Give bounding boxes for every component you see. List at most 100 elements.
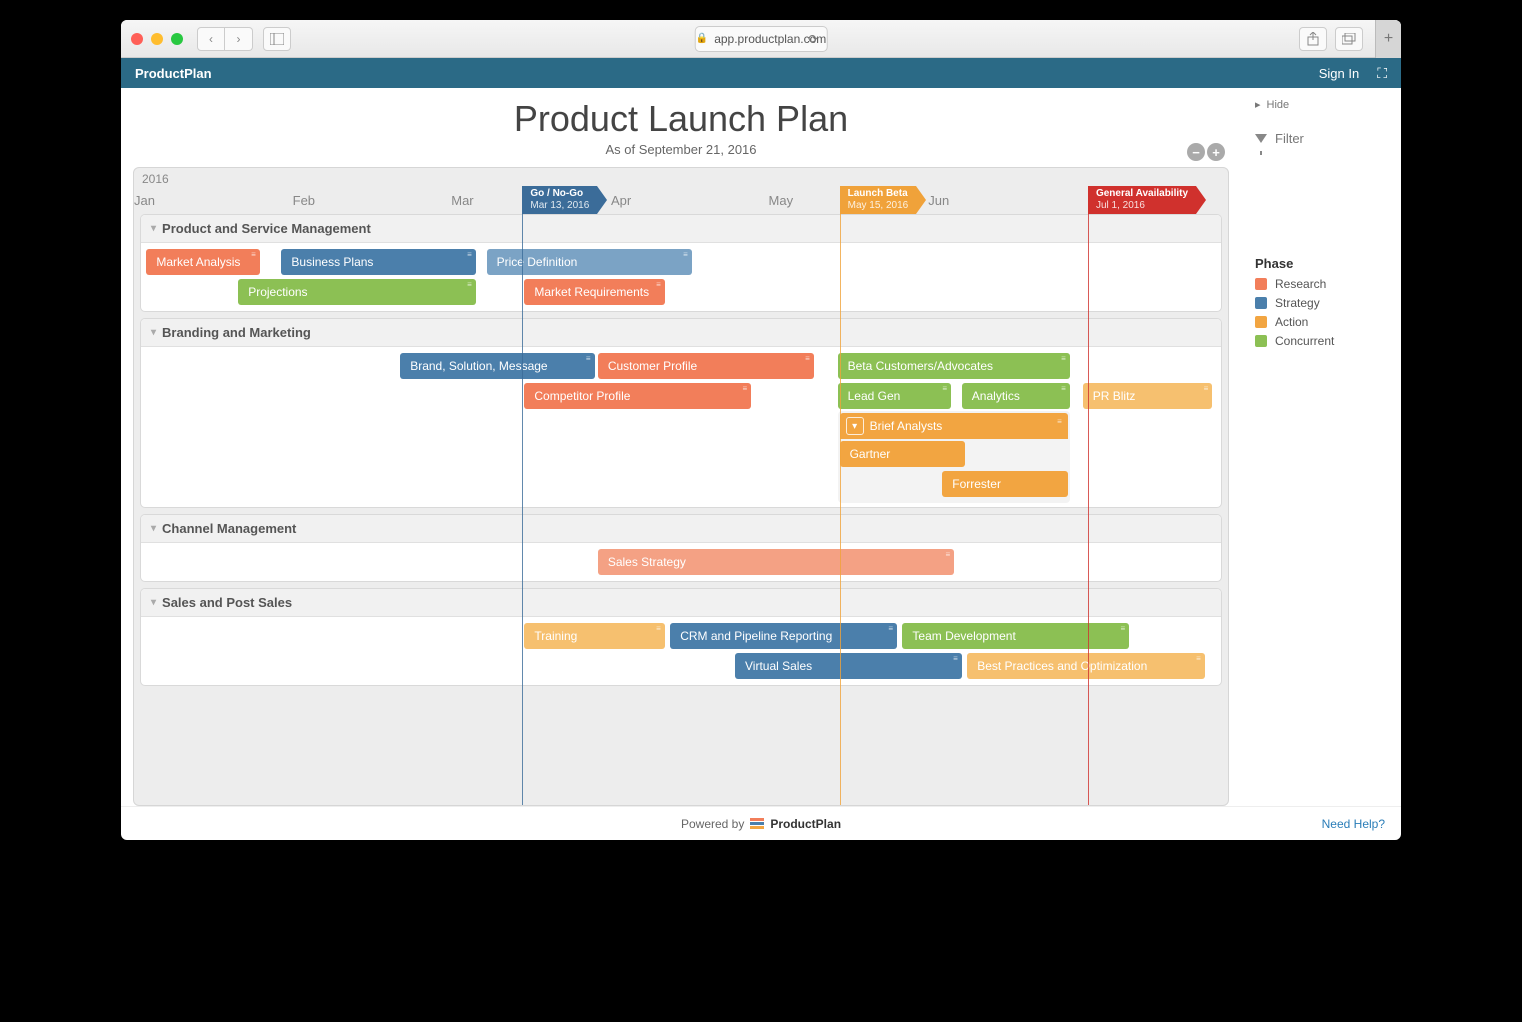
lane-header[interactable]: ▾Branding and Marketing: [141, 319, 1221, 347]
close-window-button[interactable]: [131, 33, 143, 45]
month-label: May: [769, 193, 794, 208]
legend-label: Action: [1275, 315, 1308, 329]
zoom-controls: − +: [133, 143, 1229, 161]
timeline-bar[interactable]: Sales Strategy≡: [598, 549, 954, 575]
zoom-out-button[interactable]: −: [1187, 143, 1205, 161]
bar-label: Team Development: [912, 629, 1015, 643]
milestone-flag[interactable]: Go / No-GoMar 13, 2016: [522, 186, 597, 214]
nested-group: ▾Brief Analysts≡ Gartner Forrester: [838, 411, 1070, 503]
lane-header[interactable]: ▾Sales and Post Sales: [141, 589, 1221, 617]
legend-swatch: [1255, 335, 1267, 347]
timeline-bar[interactable]: Business Plans≡: [281, 249, 475, 275]
bar-label: Forrester: [952, 477, 1001, 491]
window-controls: [131, 33, 183, 45]
timeline-bar[interactable]: Best Practices and Optimization ≡: [967, 653, 1205, 679]
lane: ▾Channel Management Sales Strategy≡: [140, 514, 1222, 582]
month-label: Jan: [134, 193, 155, 208]
new-tab-button[interactable]: +: [1375, 20, 1401, 58]
chevron-down-icon: ▾: [151, 223, 156, 234]
timeline-bar[interactable]: Gartner: [840, 441, 966, 467]
nav-buttons: ‹ ›: [197, 27, 253, 51]
powered-by: Powered by ProductPlan: [681, 817, 841, 831]
share-button[interactable]: [1299, 27, 1327, 51]
drag-grip-icon: ≡: [942, 386, 947, 391]
timeline-bar[interactable]: Price Definition≡: [487, 249, 692, 275]
lane-header[interactable]: ▾Channel Management: [141, 515, 1221, 543]
bar-label: CRM and Pipeline Reporting: [680, 629, 832, 643]
timeline-bar[interactable]: PR Blitz≡: [1083, 383, 1213, 409]
legend-item[interactable]: Concurrent: [1255, 334, 1387, 348]
lane: ▾Sales and Post SalesTraining≡CRM and Pi…: [140, 588, 1222, 686]
timeline-bar[interactable]: Beta Customers/Advocates≡: [838, 353, 1070, 379]
chevron-right-icon: ▸: [1255, 98, 1261, 111]
lane-title: Branding and Marketing: [162, 325, 311, 340]
filter-button[interactable]: Filter: [1255, 131, 1387, 146]
timeline-bar[interactable]: Training≡: [524, 623, 664, 649]
timeline-bar[interactable]: Forrester: [942, 471, 1068, 497]
bar-label: Virtual Sales: [745, 659, 812, 673]
address-bar[interactable]: 🔒 app.productplan.com ⟳: [695, 26, 828, 52]
milestone-flag[interactable]: General AvailabilityJul 1, 2016: [1088, 186, 1196, 214]
timeline-bar[interactable]: Analytics≡: [962, 383, 1070, 409]
drag-grip-icon: ≡: [656, 626, 661, 631]
minimize-window-button[interactable]: [151, 33, 163, 45]
drag-grip-icon: ≡: [1057, 417, 1062, 426]
legend-title: Phase: [1255, 256, 1387, 271]
bar-label: PR Blitz: [1093, 389, 1136, 403]
bar-label: Business Plans: [291, 255, 373, 269]
month-label: Mar: [451, 193, 473, 208]
milestone-flag[interactable]: Launch BetaMay 15, 2016: [840, 186, 917, 214]
hide-panel-button[interactable]: ▸ Hide: [1255, 98, 1387, 111]
app-header: ProductPlan Sign In ⛶: [121, 58, 1401, 88]
nested-group-header[interactable]: ▾Brief Analysts≡: [840, 413, 1068, 439]
drag-grip-icon: ≡: [467, 282, 472, 287]
timeline-bar[interactable]: Virtual Sales≡: [735, 653, 962, 679]
axis-year: 2016: [142, 172, 169, 186]
drag-grip-icon: ≡: [586, 356, 591, 361]
app-brand: ProductPlan: [135, 66, 212, 81]
bar-label: Competitor Profile: [534, 389, 630, 403]
drag-grip-icon: ≡: [1196, 656, 1201, 661]
lane-title: Product and Service Management: [162, 221, 371, 236]
legend-swatch: [1255, 297, 1267, 309]
legend-item[interactable]: Strategy: [1255, 296, 1387, 310]
timeline-bar[interactable]: Projections ≡: [238, 279, 476, 305]
timeline-bar[interactable]: Customer Profile≡: [598, 353, 814, 379]
maximize-window-button[interactable]: [171, 33, 183, 45]
legend-item[interactable]: Action: [1255, 315, 1387, 329]
side-panel: ▸ Hide Filter Phase Research Strategy Acti…: [1241, 88, 1401, 806]
zoom-in-button[interactable]: +: [1207, 143, 1225, 161]
timeline-bar[interactable]: Market Requirements≡: [524, 279, 664, 305]
back-button[interactable]: ‹: [197, 27, 225, 51]
timeline-bar[interactable]: Competitor Profile≡: [524, 383, 751, 409]
sign-in-link[interactable]: Sign In: [1319, 66, 1359, 81]
timeline-bar[interactable]: Team Development≡: [902, 623, 1129, 649]
month-label: Jun: [928, 193, 949, 208]
browser-window: ‹ › 🔒 app.productplan.com ⟳ + ProductPla…: [121, 20, 1401, 840]
need-help-link[interactable]: Need Help?: [1322, 817, 1385, 831]
axis-months: JanFebMarAprMayJunJul: [134, 190, 1228, 208]
timeline-bar[interactable]: CRM and Pipeline Reporting≡: [670, 623, 897, 649]
lanes-container: ▾ Product and Service Management Market An…: [134, 212, 1228, 694]
timeline-bar[interactable]: Brand, Solution, Message≡: [400, 353, 594, 379]
drag-grip-icon: ≡: [805, 356, 810, 361]
forward-button[interactable]: ›: [225, 27, 253, 51]
bar-label: Projections: [248, 285, 307, 299]
drag-grip-icon: ≡: [1061, 386, 1066, 391]
tabs-button[interactable]: [1335, 27, 1363, 51]
legend-item[interactable]: Research: [1255, 277, 1387, 291]
content-area: Product Launch Plan As of September 21, …: [121, 88, 1401, 806]
timeline-bar[interactable]: Lead Gen≡: [838, 383, 951, 409]
titlebar: ‹ › 🔒 app.productplan.com ⟳ +: [121, 20, 1401, 58]
fullscreen-icon[interactable]: ⛶: [1377, 65, 1387, 82]
collapse-toggle-icon[interactable]: ▾: [846, 417, 864, 435]
footer: Powered by ProductPlan Need Help?: [121, 806, 1401, 840]
bar-label: Gartner: [850, 447, 891, 461]
drag-grip-icon: ≡: [683, 252, 688, 257]
bar-label: Best Practices and Optimization: [977, 659, 1147, 673]
reload-button[interactable]: ⟳: [808, 32, 818, 46]
time-axis: 2016 JanFebMarAprMayJunJul Go / No-GoMar…: [134, 168, 1228, 212]
lane-header[interactable]: ▾ Product and Service Management: [141, 215, 1221, 243]
sidebar-toggle-button[interactable]: [263, 27, 291, 51]
timeline-bar[interactable]: Market Analysis≡: [146, 249, 259, 275]
